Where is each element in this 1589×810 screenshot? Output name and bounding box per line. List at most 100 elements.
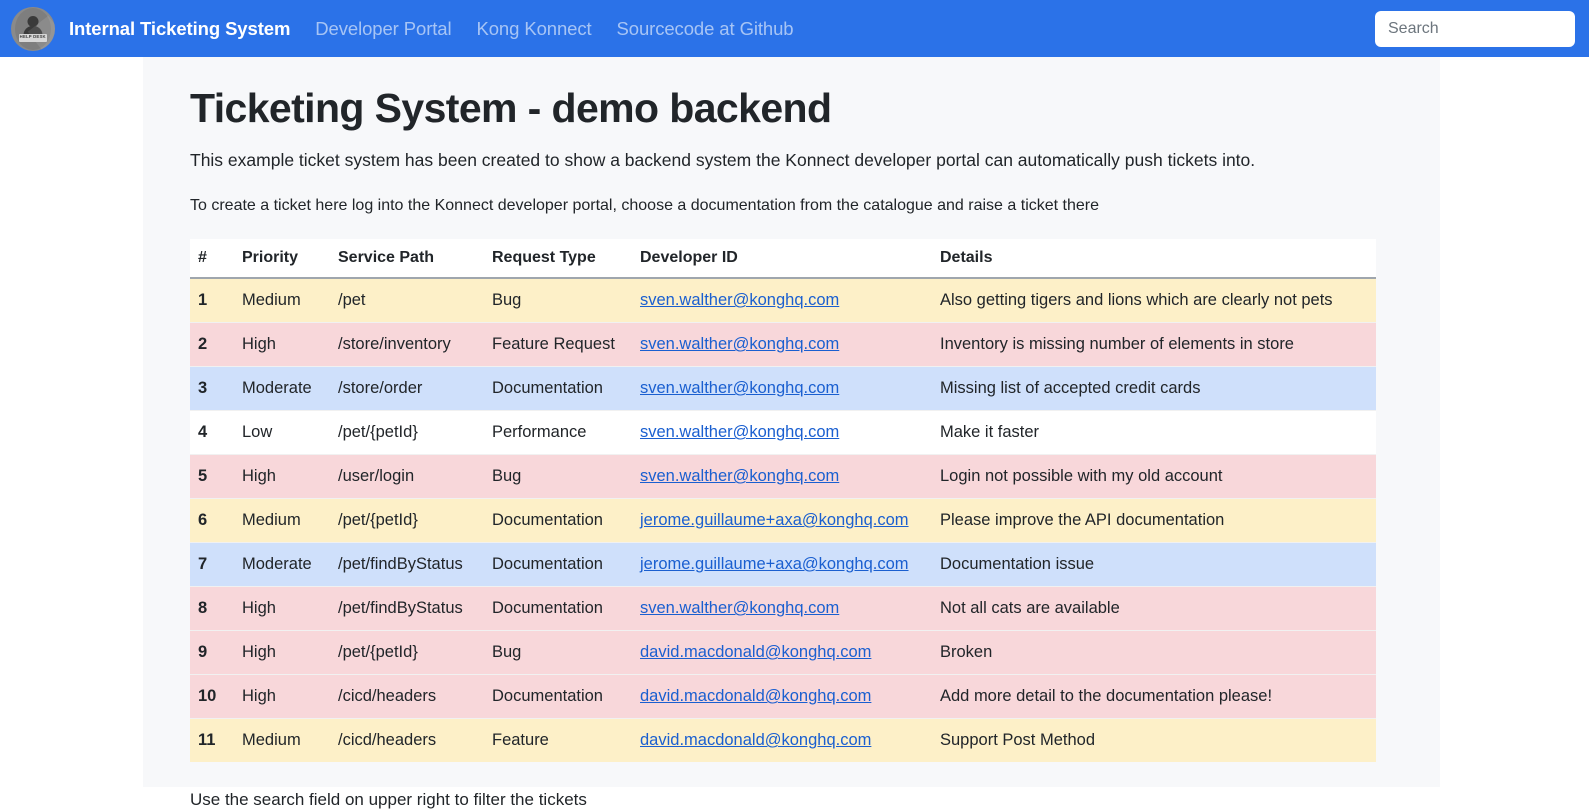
cell-request-type: Documentation (484, 674, 632, 719)
table-row[interactable]: 8 High/pet/findByStatus Documentation sven.… (190, 586, 1376, 631)
cell-priority: High (234, 454, 330, 499)
cell-developer-id: david.macdonald@konghq.com (632, 674, 932, 719)
developer-email-link[interactable]: jerome.guillaume+axa@konghq.com (640, 511, 909, 529)
page-container: Ticketing System - demo backend This exa… (143, 57, 1440, 809)
cell-priority: High (234, 322, 330, 367)
cell-priority: Medium (234, 718, 330, 763)
column-header-service-path[interactable]: Service Path (330, 239, 484, 280)
table-row[interactable]: 3 Moderate/store/order Documentation sven.w… (190, 366, 1376, 411)
table-row[interactable]: 6 Medium/pet/{petId} Documentation jerome.g… (190, 498, 1376, 543)
cell-service-path: /cicd/headers (330, 718, 484, 763)
column-header-details[interactable]: Details (932, 239, 1376, 280)
cell-priority: Moderate (234, 366, 330, 411)
column-header-request-type[interactable]: Request Type (484, 239, 632, 280)
page-lead-paragraph: This example ticket system has been crea… (190, 150, 1256, 171)
nav-link-kong-konnect[interactable]: Kong Konnect (477, 18, 592, 40)
developer-email-link[interactable]: david.macdonald@konghq.com (640, 687, 871, 705)
cell-request-type: Performance (484, 410, 632, 455)
nav-link-developer-portal[interactable]: Developer Portal (315, 18, 451, 40)
developer-email-link[interactable]: david.macdonald@konghq.com (640, 731, 871, 749)
cell-details: Support Post Method (932, 718, 1376, 763)
cell-index: 1 (190, 277, 234, 323)
column-header-index[interactable]: # (190, 239, 234, 280)
cell-developer-id: sven.walther@konghq.com (632, 322, 932, 367)
cell-service-path: /pet/findByStatus (330, 542, 484, 587)
help-desk-avatar-icon[interactable]: HELP DESK (11, 6, 55, 51)
developer-email-link[interactable]: david.macdonald@konghq.com (640, 643, 871, 661)
cell-priority: High (234, 674, 330, 719)
brand-title[interactable]: Internal Ticketing System (69, 18, 290, 40)
cell-request-type: Bug (484, 454, 632, 499)
cell-developer-id: sven.walther@konghq.com (632, 586, 932, 631)
cell-details: Also getting tigers and lions which are … (932, 277, 1376, 323)
cell-index: 2 (190, 322, 234, 367)
table-row[interactable]: 4 Low/pet/{petId} Performance sven.walther@… (190, 410, 1376, 455)
tickets-header-row: # Priority Service Path Request Type Dev… (190, 239, 1376, 280)
cell-service-path: /store/inventory (330, 322, 484, 367)
cell-index: 11 (190, 718, 234, 763)
cell-developer-id: david.macdonald@konghq.com (632, 718, 932, 763)
avatar-plate-label: HELP DESK (19, 34, 47, 40)
nav-link-sourcecode-github[interactable]: Sourcecode at Github (617, 18, 794, 40)
search-input[interactable] (1375, 10, 1575, 47)
cell-request-type: Documentation (484, 542, 632, 587)
table-row[interactable]: 7 Moderate/pet/findByStatus Documentation j… (190, 542, 1376, 587)
cell-index: 7 (190, 542, 234, 587)
cell-developer-id: sven.walther@konghq.com (632, 366, 932, 411)
developer-email-link[interactable]: sven.walther@konghq.com (640, 599, 839, 617)
cell-index: 10 (190, 674, 234, 719)
table-row[interactable]: 9 High/pet/{petId} Bug david.macdonald@kong… (190, 630, 1376, 675)
cell-request-type: Feature (484, 718, 632, 763)
cell-details: Not all cats are available (932, 586, 1376, 631)
cell-service-path: /pet/{petId} (330, 498, 484, 543)
cell-service-path: /pet/{petId} (330, 630, 484, 675)
table-row[interactable]: 1 Medium/pet Bug sven.walther@konghq.com Als… (190, 277, 1376, 323)
cell-request-type: Bug (484, 630, 632, 675)
cell-index: 8 (190, 586, 234, 631)
cell-index: 5 (190, 454, 234, 499)
tickets-table: # Priority Service Path Request Type Dev… (190, 239, 1376, 763)
top-navbar: HELP DESK Internal Ticketing System Deve… (0, 0, 1589, 57)
cell-priority: High (234, 586, 330, 631)
table-row[interactable]: 10 High/cicd/headers Documentation david.ma… (190, 674, 1376, 719)
cell-details: Documentation issue (932, 542, 1376, 587)
cell-index: 9 (190, 630, 234, 675)
nav-links: Developer Portal Kong Konnect Sourcecode… (315, 18, 793, 40)
column-header-priority[interactable]: Priority (234, 239, 330, 280)
cell-index: 6 (190, 498, 234, 543)
cell-details: Login not possible with my old account (932, 454, 1376, 499)
cell-details: Missing list of accepted credit cards (932, 366, 1376, 411)
cell-priority: Medium (234, 277, 330, 323)
cell-service-path: /store/order (330, 366, 484, 411)
developer-email-link[interactable]: sven.walther@konghq.com (640, 379, 839, 397)
avatar-plate: HELP DESK (19, 33, 47, 42)
cell-request-type: Feature Request (484, 322, 632, 367)
table-row[interactable]: 11 Medium/cicd/headers Feature david.macdon… (190, 718, 1376, 763)
cell-request-type: Documentation (484, 498, 632, 543)
tickets-table-head: # Priority Service Path Request Type Dev… (190, 239, 1376, 280)
column-header-developer-id[interactable]: Developer ID (632, 239, 932, 280)
cell-priority: Moderate (234, 542, 330, 587)
tickets-table-body: 1 Medium/pet Bug sven.walther@konghq.com Als… (190, 277, 1376, 763)
developer-email-link[interactable]: jerome.guillaume+axa@konghq.com (640, 555, 909, 573)
cell-developer-id: david.macdonald@konghq.com (632, 630, 932, 675)
page-sub-paragraph: To create a ticket here log into the Kon… (190, 196, 1099, 214)
developer-email-link[interactable]: sven.walther@konghq.com (640, 291, 839, 309)
cell-details: Inventory is missing number of elements … (932, 322, 1376, 367)
cell-service-path: /user/login (330, 454, 484, 499)
table-row[interactable]: 5 High/user/login Bug sven.walther@konghq.c… (190, 454, 1376, 499)
developer-email-link[interactable]: sven.walther@konghq.com (640, 335, 839, 353)
developer-email-link[interactable]: sven.walther@konghq.com (640, 467, 839, 485)
cell-request-type: Documentation (484, 586, 632, 631)
cell-details: Add more detail to the documentation ple… (932, 674, 1376, 719)
cell-service-path: /cicd/headers (330, 674, 484, 719)
page-footnote: Use the search field on upper right to f… (190, 790, 587, 810)
tickets-table-wrapper: # Priority Service Path Request Type Dev… (190, 239, 1376, 763)
cell-details: Broken (932, 630, 1376, 675)
cell-developer-id: sven.walther@konghq.com (632, 454, 932, 499)
cell-service-path: /pet/findByStatus (330, 586, 484, 631)
cell-service-path: /pet (330, 277, 484, 323)
table-row[interactable]: 2 High/store/inventory Feature Request sven… (190, 322, 1376, 367)
developer-email-link[interactable]: sven.walther@konghq.com (640, 423, 839, 441)
cell-developer-id: jerome.guillaume+axa@konghq.com (632, 542, 932, 587)
